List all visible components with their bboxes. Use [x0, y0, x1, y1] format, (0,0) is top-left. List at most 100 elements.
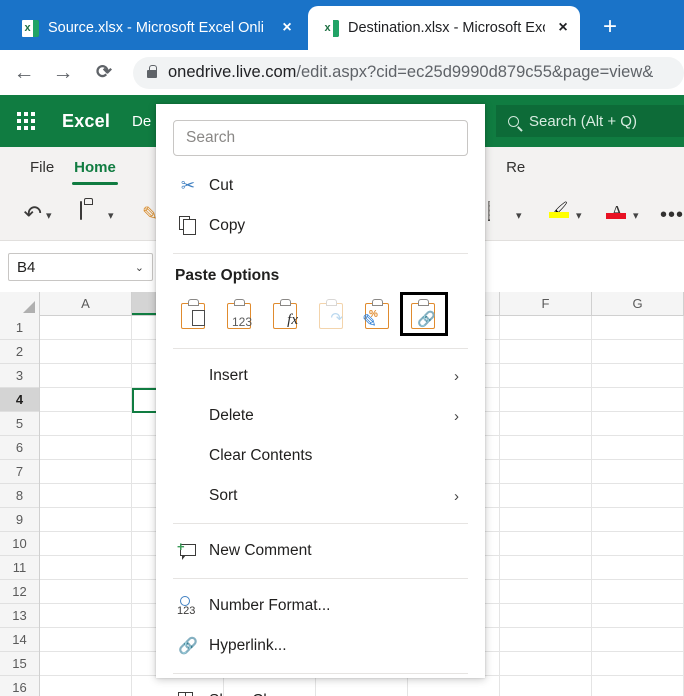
grid-cell[interactable] — [40, 628, 132, 652]
row-header[interactable]: 5 — [0, 412, 39, 436]
close-icon[interactable]: × — [278, 19, 296, 37]
grid-cell[interactable] — [592, 364, 684, 388]
chevron-down-icon[interactable]: ⌄ — [135, 261, 144, 274]
paste-option-formulas[interactable]: fx — [263, 293, 309, 335]
menu-item-new-comment[interactable]: + New Comment — [156, 531, 485, 571]
menu-item-insert[interactable]: Insert › — [156, 356, 485, 396]
grid-cell[interactable] — [592, 676, 684, 696]
grid-cell[interactable] — [40, 676, 132, 696]
row-header[interactable]: 13 — [0, 604, 39, 628]
grid-cell[interactable] — [592, 604, 684, 628]
row-header[interactable]: 11 — [0, 556, 39, 580]
chevron-down-icon[interactable]: ▾ — [516, 209, 522, 222]
grid-cell[interactable] — [500, 388, 592, 412]
row-header[interactable]: 3 — [0, 364, 39, 388]
grid-cell[interactable] — [592, 484, 684, 508]
grid-cell[interactable] — [40, 604, 132, 628]
grid-cell[interactable] — [500, 676, 592, 696]
chevron-down-icon[interactable]: ▾ — [633, 209, 639, 222]
row-header[interactable]: 16 — [0, 676, 39, 696]
grid-cell[interactable] — [500, 340, 592, 364]
undo-button[interactable]: ↷ ▾ — [18, 199, 52, 231]
ribbon-tab-home[interactable]: Home — [64, 147, 126, 189]
grid-cell[interactable] — [592, 652, 684, 676]
column-header-a[interactable]: A — [40, 292, 132, 315]
excel-brand-label[interactable]: Excel — [62, 111, 110, 132]
grid-cell[interactable] — [592, 388, 684, 412]
forward-icon[interactable]: → — [48, 58, 78, 88]
menu-item-show-changes[interactable]: ↺ Show Changes — [156, 681, 485, 696]
row-header[interactable]: 12 — [0, 580, 39, 604]
grid-cell[interactable] — [592, 580, 684, 604]
reload-icon[interactable]: ⟳ — [89, 58, 119, 88]
grid-cell[interactable] — [500, 628, 592, 652]
grid-cell[interactable] — [40, 532, 132, 556]
grid-cell[interactable] — [40, 652, 132, 676]
address-bar[interactable]: onedrive.live.com/edit.aspx?cid=ec25d999… — [133, 56, 684, 89]
row-header[interactable]: 14 — [0, 628, 39, 652]
row-header[interactable]: 9 — [0, 508, 39, 532]
browser-tab-destination[interactable]: Destination.xlsx - Microsoft Excel × — [308, 6, 580, 50]
grid-cell[interactable] — [40, 580, 132, 604]
grid-cell[interactable] — [500, 364, 592, 388]
paste-option-values[interactable]: 123 — [217, 293, 263, 335]
grid-cell[interactable] — [592, 532, 684, 556]
grid-cell[interactable] — [500, 532, 592, 556]
grid-cell[interactable] — [500, 604, 592, 628]
excel-search-box[interactable]: Search (Alt + Q) — [496, 105, 684, 137]
grid-cell[interactable] — [500, 508, 592, 532]
menu-item-number-format[interactable]: 123 Number Format... — [156, 586, 485, 626]
grid-cell[interactable] — [500, 436, 592, 460]
grid-cell[interactable] — [500, 412, 592, 436]
grid-cell[interactable] — [500, 556, 592, 580]
grid-cell[interactable] — [40, 340, 132, 364]
grid-cell[interactable] — [592, 316, 684, 340]
column-header-f[interactable]: F — [500, 292, 592, 315]
document-name-label[interactable]: De — [132, 113, 151, 130]
paste-button[interactable]: ▾ — [80, 199, 114, 231]
grid-cell[interactable] — [40, 508, 132, 532]
grid-cell[interactable] — [592, 340, 684, 364]
row-header[interactable]: 6 — [0, 436, 39, 460]
search-input[interactable] — [173, 120, 468, 156]
grid-cell[interactable] — [592, 556, 684, 580]
row-header[interactable]: 15 — [0, 652, 39, 676]
grid-cell[interactable] — [592, 412, 684, 436]
ribbon-tab-file[interactable]: File — [20, 147, 64, 189]
chevron-down-icon[interactable]: ▾ — [576, 209, 582, 222]
row-header[interactable]: 7 — [0, 460, 39, 484]
grid-cell[interactable] — [40, 316, 132, 340]
back-icon[interactable]: ← — [9, 58, 39, 88]
row-header[interactable]: 2 — [0, 340, 39, 364]
grid-cell[interactable] — [40, 460, 132, 484]
row-header[interactable]: 8 — [0, 484, 39, 508]
browser-tab-source[interactable]: Source.xlsx - Microsoft Excel Onli × — [8, 6, 304, 50]
menu-item-cut[interactable]: ✂ Cut — [156, 166, 485, 206]
select-all-corner[interactable] — [0, 292, 40, 316]
grid-cell[interactable] — [40, 388, 132, 412]
row-header-selected[interactable]: 4 — [0, 388, 39, 412]
menu-item-copy[interactable]: Copy — [156, 206, 485, 246]
new-tab-button[interactable]: + — [596, 14, 624, 42]
grid-cell[interactable] — [592, 436, 684, 460]
row-header[interactable]: 10 — [0, 532, 39, 556]
grid-cell[interactable] — [500, 484, 592, 508]
paste-option-paste[interactable] — [171, 293, 217, 335]
menu-item-hyperlink[interactable]: 🔗 Hyperlink... — [156, 626, 485, 666]
paste-option-transpose[interactable]: ↷ — [309, 293, 355, 335]
grid-cell[interactable] — [500, 652, 592, 676]
chevron-down-icon[interactable]: ▾ — [46, 209, 52, 222]
font-color-button[interactable]: A ▾ — [605, 199, 639, 231]
app-launcher-icon[interactable] — [17, 112, 35, 130]
grid-cell[interactable] — [500, 316, 592, 340]
paste-option-link[interactable]: 🔗 — [400, 292, 448, 336]
grid-cell[interactable] — [40, 364, 132, 388]
ribbon-tab-review[interactable]: Re — [496, 147, 535, 189]
paste-option-formatting[interactable]: % ✎ — [355, 293, 401, 335]
grid-cell[interactable] — [592, 460, 684, 484]
grid-cell[interactable] — [40, 556, 132, 580]
grid-cell[interactable] — [500, 580, 592, 604]
grid-cell[interactable] — [500, 460, 592, 484]
grid-cell[interactable] — [592, 628, 684, 652]
fill-color-button[interactable]: 🖌 ▾ — [548, 199, 582, 231]
